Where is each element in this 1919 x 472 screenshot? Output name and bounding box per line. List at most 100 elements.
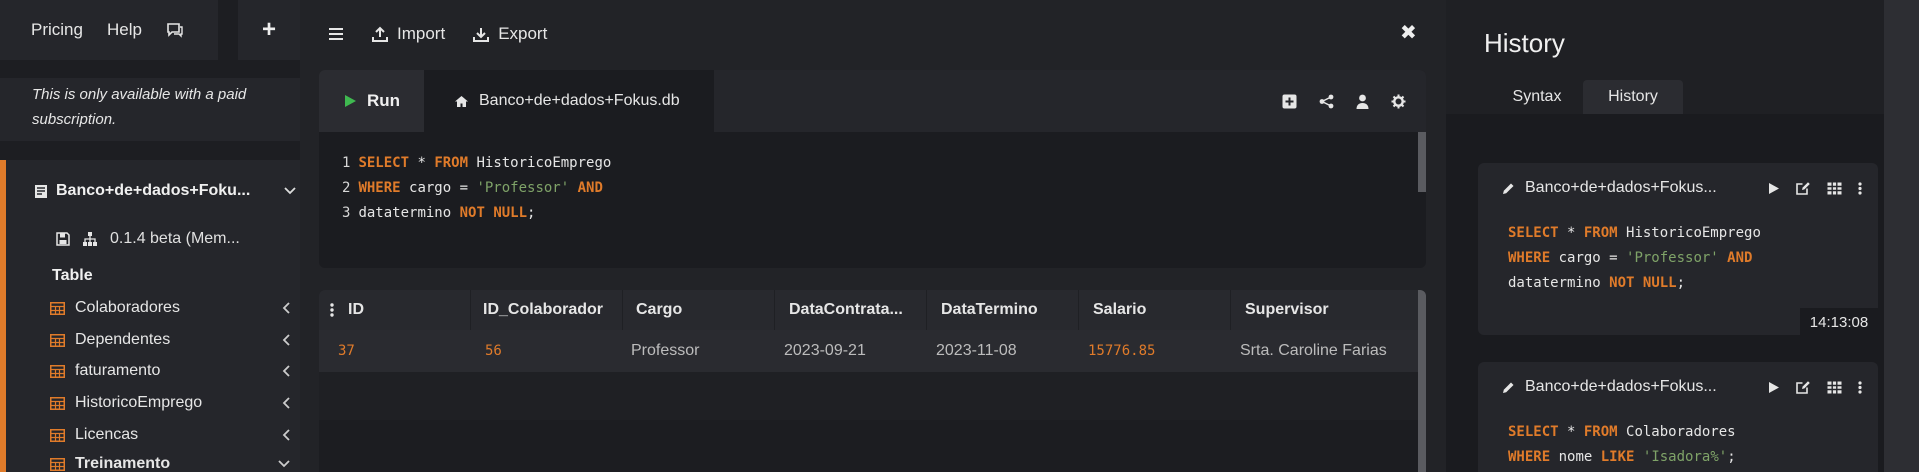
editor-tab-bar: Run Banco+de+dados+Fokus.db xyxy=(319,70,1426,132)
sql-text: nome xyxy=(1550,449,1601,465)
comments-icon[interactable] xyxy=(166,22,184,38)
save-icon[interactable] xyxy=(56,232,70,246)
history-scroll-strip[interactable] xyxy=(1884,0,1919,472)
play-icon[interactable] xyxy=(1768,381,1780,394)
kebab-icon[interactable] xyxy=(1858,380,1862,394)
sql-code[interactable]: 1 SELECT * FROM HistoricoEmprego 2 WHERE ca… xyxy=(342,151,611,226)
chevron-left-icon[interactable] xyxy=(282,302,290,314)
run-label: Run xyxy=(367,91,401,110)
sql-text: cargo = xyxy=(400,180,477,196)
table-icon[interactable] xyxy=(1827,381,1842,394)
edit-icon[interactable] xyxy=(1796,181,1811,195)
sql-text: HistoricoEmprego xyxy=(468,155,612,171)
pencil-icon[interactable] xyxy=(1502,182,1515,195)
table-item-faturamento[interactable]: faturamento xyxy=(50,356,300,386)
sql-keyword: SELECT xyxy=(1508,424,1559,440)
sql-keyword: FROM xyxy=(434,155,469,171)
editor-actions xyxy=(1282,70,1406,132)
table-item-label: Colaboradores xyxy=(75,299,180,316)
history-entry-code: SELECT * FROM HistoricoEmprego WHERE carg… xyxy=(1508,221,1761,296)
table-icon[interactable] xyxy=(1827,182,1842,195)
run-button[interactable]: Run xyxy=(319,70,424,132)
column-header-supervisor[interactable]: Supervisor xyxy=(1231,290,1426,330)
import-label: Import xyxy=(397,24,446,43)
paid-subscription-note: This is only available with a paid subsc… xyxy=(0,78,300,141)
kebab-icon[interactable] xyxy=(1858,181,1862,195)
edit-icon[interactable] xyxy=(1796,380,1811,394)
table-item-label: Dependentes xyxy=(75,331,171,348)
sql-keyword: SELECT xyxy=(1508,225,1559,241)
export-label: Export xyxy=(498,24,548,43)
table-item-treinamento[interactable]: Treinamento xyxy=(50,452,300,472)
column-header-id-colaborador[interactable]: ID_Colaborador xyxy=(471,290,623,330)
column-header-label: DataContrata... xyxy=(789,301,903,318)
sql-keyword: NOT xyxy=(1609,275,1635,291)
database-title[interactable]: Banco+de+dados+Foku... xyxy=(34,182,296,200)
history-entry-header: Banco+de+dados+Fokus... xyxy=(1502,179,1862,197)
table-item-colaboradores[interactable]: Colaboradores xyxy=(50,293,300,323)
toolbar: Import Export xyxy=(300,0,1425,68)
table-row[interactable]: 37 56 Professor 2023-09-21 2023-11-08 15… xyxy=(319,330,1426,372)
sql-text: * xyxy=(1558,424,1584,440)
sql-keyword: LIKE xyxy=(1600,449,1635,465)
sql-keyword: FROM xyxy=(1583,225,1618,241)
results-empty-area xyxy=(319,420,1426,472)
plus-square-icon[interactable] xyxy=(1282,94,1297,109)
kebab-icon[interactable] xyxy=(330,303,334,317)
pencil-icon[interactable] xyxy=(1502,381,1515,394)
tab-history[interactable]: History xyxy=(1583,80,1683,114)
query-editor-panel: Run Banco+de+dados+Fokus.db 1 SELECT * FR… xyxy=(319,70,1426,268)
share-icon[interactable] xyxy=(1319,94,1334,109)
column-header-datacontratacao[interactable]: DataContrata... xyxy=(775,290,927,330)
column-header-label: Salario xyxy=(1093,301,1147,318)
code-line: WHERE nome LIKE 'Isadora%'; xyxy=(1508,445,1736,470)
sql-text: cargo = xyxy=(1550,250,1627,266)
chevron-left-icon[interactable] xyxy=(282,334,290,346)
sql-text: * xyxy=(409,155,435,171)
sql-keyword: FROM xyxy=(1583,424,1618,440)
history-entry-header: Banco+de+dados+Fokus... xyxy=(1502,378,1862,396)
tab-syntax[interactable]: Syntax xyxy=(1482,80,1592,114)
table-item-licencas[interactable]: Licencas xyxy=(50,420,300,450)
column-header-label: DataTermino xyxy=(941,301,1038,318)
file-tab[interactable]: Banco+de+dados+Fokus.db xyxy=(424,70,714,132)
chevron-left-icon[interactable] xyxy=(282,397,290,409)
play-icon[interactable] xyxy=(1768,182,1780,195)
pricing-link[interactable]: Pricing xyxy=(31,20,83,40)
gear-icon[interactable] xyxy=(1391,94,1406,109)
chevron-left-icon[interactable] xyxy=(282,365,290,377)
add-button[interactable]: + xyxy=(238,0,300,60)
export-button[interactable]: Export xyxy=(473,24,547,44)
column-header-id[interactable]: ID xyxy=(319,290,471,330)
sql-keyword: SELECT xyxy=(358,155,410,171)
chevron-down-icon[interactable] xyxy=(278,460,290,468)
history-panel: History Syntax History Banco+de+dados+Fo… xyxy=(1446,0,1919,472)
help-link[interactable]: Help xyxy=(107,20,142,40)
database-version: 0.1.4 beta (Mem... xyxy=(110,230,240,247)
table-icon xyxy=(50,428,65,442)
sitemap-icon[interactable] xyxy=(82,231,98,247)
home-icon xyxy=(454,95,469,108)
column-header-salario[interactable]: Salario xyxy=(1079,290,1231,330)
user-icon[interactable] xyxy=(1356,94,1369,109)
results-scrollbar[interactable] xyxy=(1418,290,1426,472)
chevron-left-icon[interactable] xyxy=(282,429,290,441)
editor-scrollbar[interactable] xyxy=(1418,132,1426,192)
sql-text: ; xyxy=(1727,449,1736,465)
sql-text: HistoricoEmprego xyxy=(1617,225,1761,241)
chevron-down-icon[interactable] xyxy=(284,187,296,195)
column-header-datatermino[interactable]: DataTermino xyxy=(927,290,1079,330)
file-tab-label: Banco+de+dados+Fokus.db xyxy=(479,92,680,109)
column-header-cargo[interactable]: Cargo xyxy=(623,290,775,330)
table-item-dependentes[interactable]: Dependentes xyxy=(50,325,300,355)
history-entry: Banco+de+dados+Fokus... SELECT * FROM Co… xyxy=(1478,362,1878,472)
close-icon[interactable]: ✖ xyxy=(1400,20,1417,45)
table-item-historicoemprego[interactable]: HistoricoEmprego xyxy=(50,388,300,418)
import-button[interactable]: Import xyxy=(372,24,445,44)
menu-button[interactable] xyxy=(328,27,344,41)
database-icon xyxy=(34,184,48,199)
column-header-label: ID_Colaborador xyxy=(483,301,604,318)
sql-text: * xyxy=(1558,225,1584,241)
